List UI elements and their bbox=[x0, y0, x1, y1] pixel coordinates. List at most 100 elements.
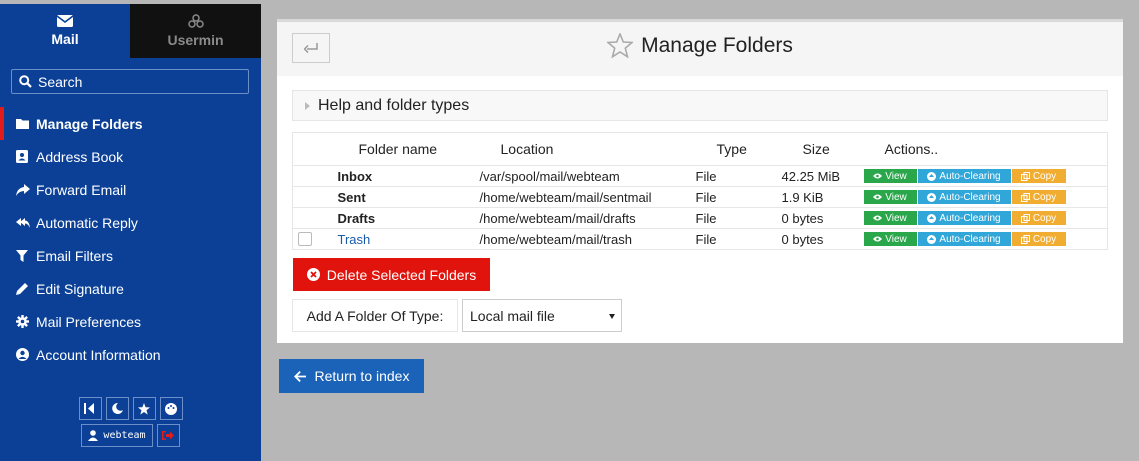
copy-button[interactable]: Copy bbox=[1011, 190, 1066, 204]
header-size: Size bbox=[781, 132, 864, 166]
eye-icon bbox=[873, 215, 883, 221]
folder-location: /home/webteam/mail/trash bbox=[479, 228, 696, 250]
auto-clearing-button[interactable]: Auto-Clearing bbox=[917, 169, 1011, 183]
tab-usermin[interactable]: Usermin bbox=[130, 4, 261, 58]
auto-clearing-button[interactable]: Auto-Clearing bbox=[917, 211, 1011, 225]
recycle-icon bbox=[927, 192, 937, 202]
page-title: Manage Folders bbox=[277, 33, 1123, 58]
eye-icon bbox=[873, 236, 883, 242]
folder-name-text: Inbox bbox=[337, 168, 373, 184]
delete-label: Delete Selected Folders bbox=[326, 266, 477, 283]
user-icon bbox=[88, 430, 99, 441]
add-folder-label: Add A Folder Of Type: bbox=[292, 299, 458, 332]
sidebar-footer-user: webteam bbox=[81, 424, 180, 447]
star-outline-icon[interactable] bbox=[607, 33, 634, 58]
toggle-sidebar-icon[interactable] bbox=[78, 397, 102, 420]
row-select-cell bbox=[292, 186, 338, 208]
sidebar-footer: webteam bbox=[0, 397, 261, 447]
view-button[interactable]: View bbox=[863, 232, 917, 246]
folder-type: File bbox=[695, 186, 782, 208]
folder-size: 0 bytes bbox=[781, 207, 864, 229]
auto-clearing-button[interactable]: Auto-Clearing bbox=[917, 190, 1011, 204]
palette-icon[interactable] bbox=[159, 397, 183, 420]
sidebar-menu: Manage Folders Address Book Forward Emai… bbox=[0, 107, 261, 371]
logout-icon[interactable] bbox=[156, 424, 180, 447]
sidebar-item-label: Address Book bbox=[36, 148, 124, 165]
caret-right-icon bbox=[305, 101, 310, 110]
sidebar-item-edit-signature[interactable]: Edit Signature bbox=[0, 272, 261, 305]
search-input[interactable]: Search bbox=[11, 69, 249, 94]
search-icon bbox=[19, 75, 32, 88]
eye-icon bbox=[873, 194, 883, 200]
folder-location: /home/webteam/mail/drafts bbox=[479, 207, 696, 229]
view-button[interactable]: View bbox=[863, 190, 917, 204]
sidebar-item-mail-preferences[interactable]: Mail Preferences bbox=[0, 305, 261, 338]
help-and-folder-types-toggle[interactable]: Help and folder types bbox=[292, 90, 1108, 121]
view-button[interactable]: View bbox=[863, 211, 917, 225]
sidebar-item-label: Manage Folders bbox=[36, 115, 143, 132]
row-select-cell bbox=[292, 207, 338, 229]
folder-size: 0 bytes bbox=[781, 228, 864, 250]
filter-icon bbox=[16, 249, 36, 262]
table-row: Trash /home/webteam/mail/trash File 0 by… bbox=[292, 228, 1108, 250]
sidebar: Mail Usermin Search Manage Folders Addre… bbox=[0, 4, 261, 461]
copy-icon bbox=[1020, 192, 1030, 202]
sidebar-item-email-filters[interactable]: Email Filters bbox=[0, 239, 261, 272]
delete-selected-folders-button[interactable]: Delete Selected Folders bbox=[293, 258, 490, 291]
row-select-cell bbox=[292, 165, 338, 187]
main-panel: Manage Folders Help and folder types Fol… bbox=[277, 19, 1123, 343]
folder-location: /home/webteam/mail/sentmail bbox=[479, 186, 696, 208]
copy-button[interactable]: Copy bbox=[1011, 169, 1066, 183]
sidebar-item-manage-folders[interactable]: Manage Folders bbox=[0, 107, 261, 140]
sidebar-tabs: Mail Usermin bbox=[0, 4, 261, 58]
auto-clearing-label: Auto-Clearing bbox=[939, 233, 1001, 245]
table-row: Drafts /home/webteam/mail/drafts File 0 … bbox=[292, 207, 1108, 229]
folder-location: /var/spool/mail/webteam bbox=[479, 165, 696, 187]
folder-name-text: Sent bbox=[337, 189, 366, 205]
share-icon bbox=[16, 183, 36, 196]
sidebar-item-label: Forward Email bbox=[36, 181, 127, 198]
sidebar-footer-icons bbox=[78, 397, 183, 420]
folder-name-text: Drafts bbox=[337, 210, 376, 226]
auto-clearing-label: Auto-Clearing bbox=[939, 191, 1001, 203]
times-circle-icon bbox=[306, 268, 320, 281]
copy-button[interactable]: Copy bbox=[1011, 211, 1066, 225]
folder-name: Sent bbox=[337, 186, 480, 208]
moon-icon[interactable] bbox=[105, 397, 129, 420]
tab-mail[interactable]: Mail bbox=[0, 4, 130, 58]
user-button[interactable]: webteam bbox=[81, 424, 153, 447]
folder-name-link[interactable]: Trash bbox=[338, 232, 371, 247]
view-button[interactable]: View bbox=[863, 169, 917, 183]
tab-mail-label: Mail bbox=[51, 31, 79, 47]
folder-type: File bbox=[695, 207, 782, 229]
folder-actions: View Auto-Clearing Copy bbox=[863, 165, 1108, 187]
user-circle-icon bbox=[16, 348, 36, 361]
copy-label: Copy bbox=[1032, 233, 1057, 245]
help-label: Help and folder types bbox=[318, 96, 470, 114]
sidebar-item-label: Automatic Reply bbox=[36, 214, 138, 231]
sidebar-item-automatic-reply[interactable]: Automatic Reply bbox=[0, 206, 261, 239]
copy-label: Copy bbox=[1032, 212, 1057, 224]
folder-type: File bbox=[695, 165, 782, 187]
action-buttons: View Auto-Clearing Copy bbox=[863, 190, 1108, 204]
caret-down-icon bbox=[609, 314, 615, 319]
star-icon[interactable] bbox=[132, 397, 156, 420]
return-to-index-button[interactable]: Return to index bbox=[279, 359, 424, 393]
sidebar-item-label: Email Filters bbox=[36, 247, 114, 264]
table-row: Inbox /var/spool/mail/webteam File 42.25… bbox=[292, 165, 1108, 187]
sidebar-item-forward-email[interactable]: Forward Email bbox=[0, 173, 261, 206]
row-checkbox[interactable] bbox=[298, 232, 312, 246]
copy-button[interactable]: Copy bbox=[1011, 232, 1066, 246]
sidebar-item-account-information[interactable]: Account Information bbox=[0, 338, 261, 371]
tab-usermin-label: Usermin bbox=[167, 32, 224, 48]
auto-clearing-label: Auto-Clearing bbox=[939, 212, 1001, 224]
copy-icon bbox=[1020, 171, 1030, 181]
sidebar-item-address-book[interactable]: Address Book bbox=[0, 140, 261, 173]
copy-label: Copy bbox=[1032, 191, 1057, 203]
folder-type-select[interactable]: Local mail file bbox=[462, 299, 622, 332]
folder-actions: View Auto-Clearing Copy bbox=[863, 207, 1108, 229]
folder-name: Drafts bbox=[337, 207, 480, 229]
header-select bbox=[292, 132, 338, 166]
auto-clearing-button[interactable]: Auto-Clearing bbox=[917, 232, 1011, 246]
folder-size: 42.25 MiB bbox=[781, 165, 864, 187]
